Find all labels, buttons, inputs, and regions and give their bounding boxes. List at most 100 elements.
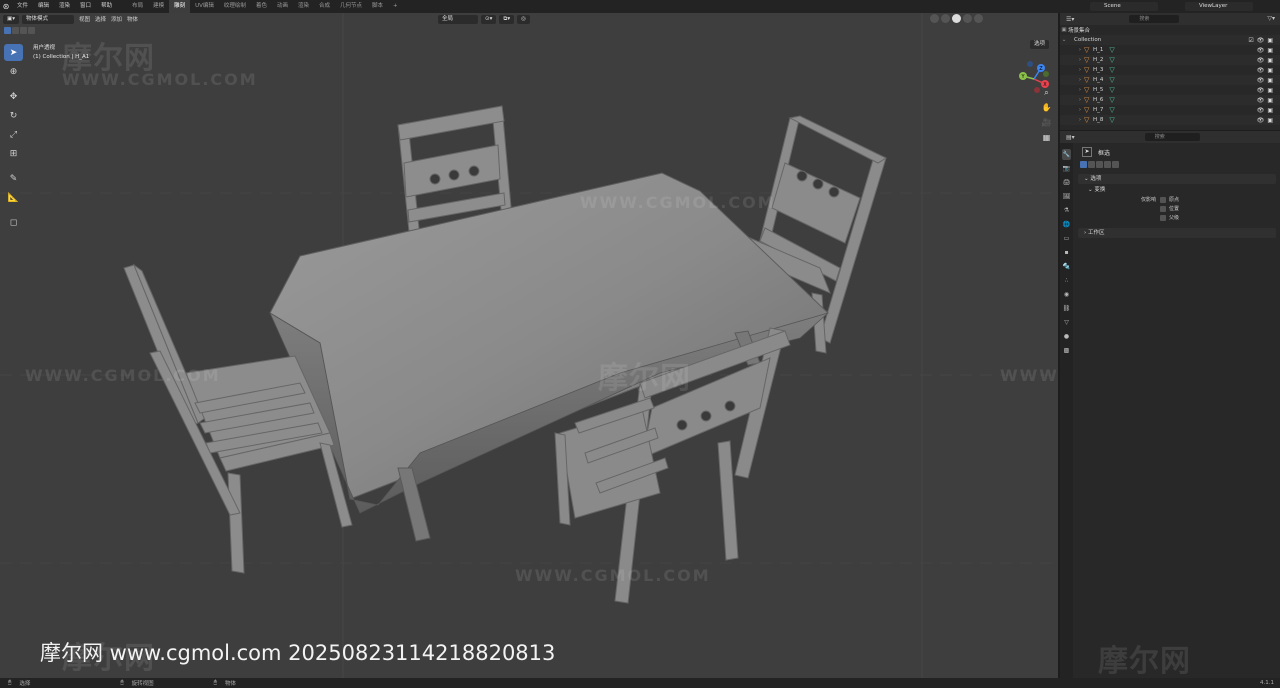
visibility-icons[interactable]: 👁▣: [1257, 117, 1276, 124]
filter-icon[interactable]: ▽▾: [1267, 15, 1275, 22]
select-box-tool-icon[interactable]: ➤: [4, 44, 23, 61]
outliner-editor-icon[interactable]: ☰▾: [1066, 16, 1074, 23]
expand-icon[interactable]: ›: [1076, 77, 1084, 83]
menu-view[interactable]: 视图: [79, 15, 90, 23]
menu-render[interactable]: 渲染: [54, 0, 75, 13]
expand-icon[interactable]: ›: [1076, 117, 1084, 123]
list-item[interactable]: › ▽ H_5 ▽ 👁▣: [1060, 85, 1280, 95]
zoom-icon[interactable]: ⌕: [1039, 86, 1054, 99]
list-item[interactable]: › ▽ H_7 ▽ 👁▣: [1060, 105, 1280, 115]
data-tab-icon[interactable]: ▽: [1062, 317, 1071, 328]
menu-help[interactable]: 帮助: [96, 0, 117, 13]
move-tool-icon[interactable]: ✥: [4, 88, 23, 105]
list-item[interactable]: › ▽ H_4 ▽ 👁▣: [1060, 75, 1280, 85]
snap-icon[interactable]: ⧉▾: [499, 14, 515, 24]
tab-scripting[interactable]: 脚本: [367, 0, 388, 13]
expand-icon[interactable]: ›: [1076, 97, 1084, 103]
overlay-icon[interactable]: [930, 14, 939, 23]
xray-icon[interactable]: [941, 14, 950, 23]
expand-icon[interactable]: ›: [1076, 107, 1084, 113]
properties-search-input[interactable]: 搜索: [1144, 133, 1200, 141]
annotate-tool-icon[interactable]: ✎: [4, 170, 23, 187]
camera-view-icon[interactable]: 🎥: [1039, 116, 1054, 129]
affect-parents-row[interactable]: 父级: [1076, 213, 1278, 222]
select-mode-intersect-icon[interactable]: [28, 27, 35, 34]
menu-select[interactable]: 选择: [95, 15, 106, 23]
affect-locations-checkbox[interactable]: [1160, 205, 1166, 212]
mode-selector[interactable]: 物体模式: [21, 14, 74, 24]
texture-tab-icon[interactable]: ▩: [1062, 345, 1071, 356]
transform-tool-icon[interactable]: ⊞: [4, 145, 23, 162]
mode-extend-icon[interactable]: [1088, 161, 1095, 168]
scale-tool-icon[interactable]: ⤢: [4, 126, 23, 143]
output-tab-icon[interactable]: 🖨: [1062, 177, 1071, 188]
tool-tab-icon[interactable]: 🔧: [1062, 149, 1071, 160]
affect-origins-row[interactable]: 仅影响 原点: [1076, 195, 1278, 204]
tab-modeling[interactable]: 建模: [148, 0, 169, 13]
visibility-icons[interactable]: 👁▣: [1257, 57, 1276, 64]
scene-tab-icon[interactable]: ⚗: [1062, 205, 1071, 216]
mode-intersect-icon[interactable]: [1104, 161, 1111, 168]
list-item[interactable]: › ▽ H_2 ▽ 👁▣: [1060, 55, 1280, 65]
constraints-tab-icon[interactable]: ⛓: [1062, 303, 1071, 314]
rotate-tool-icon[interactable]: ↻: [4, 107, 23, 124]
scene-collection-row[interactable]: ▣ 场景集合: [1060, 25, 1280, 35]
list-item[interactable]: › ▽ H_3 ▽ 👁▣: [1060, 65, 1280, 75]
visibility-icons[interactable]: 👁▣: [1257, 47, 1276, 54]
visibility-icons[interactable]: ☑👁▣: [1248, 37, 1276, 44]
mode-subtract-icon[interactable]: [1096, 161, 1103, 168]
transform-subpanel-header[interactable]: ⌄ 变换: [1076, 185, 1278, 195]
proportional-edit-icon[interactable]: ◎: [517, 14, 530, 24]
physics-tab-icon[interactable]: ◉: [1062, 289, 1071, 300]
list-item[interactable]: › ▽ H_1 ▽ 👁▣: [1060, 45, 1280, 55]
select-mode-set-icon[interactable]: [4, 27, 11, 34]
options-button[interactable]: 选项: [1030, 40, 1050, 49]
tab-layout[interactable]: 布局: [127, 0, 148, 13]
cursor-tool-icon[interactable]: ⊕: [4, 63, 23, 80]
tab-rendering[interactable]: 渲染: [293, 0, 314, 13]
object-tab-icon[interactable]: ▪: [1062, 247, 1071, 258]
view-layer-selector[interactable]: ViewLayer: [1185, 2, 1253, 11]
affect-locations-row[interactable]: 位置: [1076, 204, 1278, 213]
view-layer-tab-icon[interactable]: 🖼: [1062, 191, 1071, 202]
collection-row[interactable]: ⌄ Collection ☑👁▣: [1060, 35, 1280, 45]
collection-tab-icon[interactable]: ▭: [1062, 233, 1071, 244]
tab-animation[interactable]: 动画: [272, 0, 293, 13]
properties-editor-icon[interactable]: ▤▾: [1066, 134, 1075, 141]
expand-icon[interactable]: ›: [1076, 67, 1084, 73]
options-panel-header[interactable]: ⌄ 选项: [1078, 174, 1276, 184]
transform-orientation-selector[interactable]: 全局: [438, 14, 479, 24]
solid-shading-icon[interactable]: [952, 14, 961, 23]
scene-selector[interactable]: Scene: [1090, 2, 1158, 11]
add-cube-tool-icon[interactable]: ◻: [4, 214, 23, 231]
workspace-panel-header[interactable]: › 工作区: [1078, 228, 1276, 238]
measure-tool-icon[interactable]: 📐: [4, 189, 23, 206]
tab-geometry-nodes[interactable]: 几何节点: [335, 0, 367, 13]
list-item[interactable]: › ▽ H_8 ▽ 👁▣: [1060, 115, 1280, 125]
editor-type-button[interactable]: ▣▾: [3, 14, 19, 24]
visibility-icons[interactable]: 👁▣: [1257, 77, 1276, 84]
affect-parents-checkbox[interactable]: [1160, 214, 1166, 221]
3d-viewport[interactable]: ▣▾ 物体模式 视图 选择 添加 物体 全局 ⊙▾ ⧉▾ ◎ ➤ ⊕ ✥ ↻ ⤢…: [0, 13, 1058, 678]
expand-icon[interactable]: ›: [1076, 47, 1084, 53]
collapse-icon[interactable]: ⌄: [1060, 37, 1068, 43]
menu-edit[interactable]: 编辑: [33, 0, 54, 13]
world-tab-icon[interactable]: 🌐: [1062, 219, 1071, 230]
modifier-tab-icon[interactable]: 🔩: [1062, 261, 1071, 272]
expand-icon[interactable]: ›: [1076, 87, 1084, 93]
blender-logo-icon[interactable]: ⊛: [0, 0, 12, 13]
visibility-icons[interactable]: 👁▣: [1257, 97, 1276, 104]
particles-tab-icon[interactable]: ∴: [1062, 275, 1071, 286]
render-tab-icon[interactable]: 📷: [1062, 163, 1071, 174]
tab-compositing[interactable]: 合成: [314, 0, 335, 13]
menu-window[interactable]: 窗口: [75, 0, 96, 13]
material-tab-icon[interactable]: ●: [1062, 331, 1071, 342]
select-mode-extend-icon[interactable]: [12, 27, 19, 34]
menu-object[interactable]: 物体: [127, 15, 138, 23]
expand-icon[interactable]: ›: [1076, 57, 1084, 63]
add-workspace-button[interactable]: +: [388, 0, 403, 13]
rendered-shading-icon[interactable]: [974, 14, 983, 23]
visibility-icons[interactable]: 👁▣: [1257, 87, 1276, 94]
pan-hand-icon[interactable]: ✋: [1039, 101, 1054, 114]
material-shading-icon[interactable]: [963, 14, 972, 23]
